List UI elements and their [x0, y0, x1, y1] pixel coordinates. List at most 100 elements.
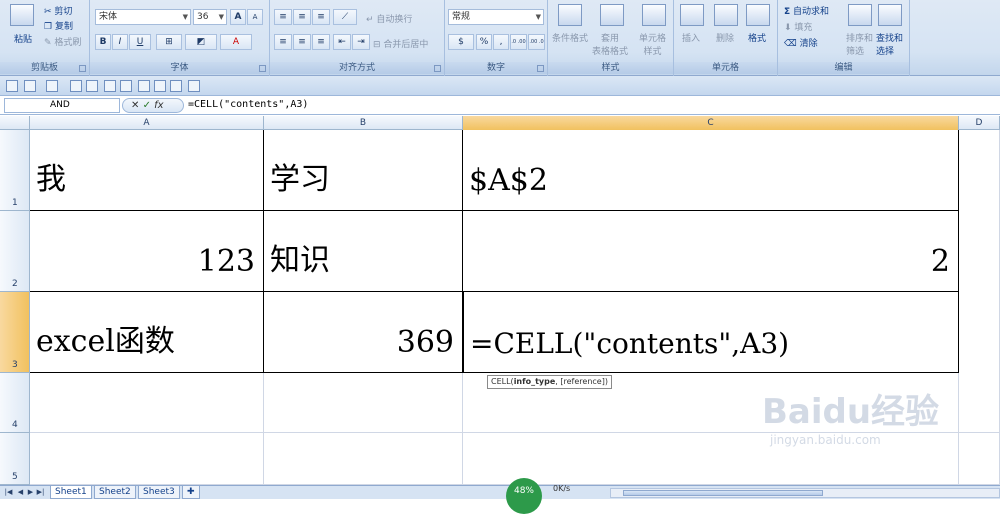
- undo-icon[interactable]: [24, 80, 36, 92]
- font-name-select[interactable]: 宋体 ▼: [95, 9, 191, 25]
- copy-button[interactable]: ❐ 复制: [44, 19, 73, 33]
- cell-b1[interactable]: 学习: [264, 130, 463, 211]
- sort-desc-icon[interactable]: [120, 80, 132, 92]
- print-icon[interactable]: [86, 80, 98, 92]
- row-header-3[interactable]: 3: [0, 292, 30, 373]
- align-middle-icon[interactable]: ≡: [293, 9, 311, 25]
- enter-icon[interactable]: ✓: [143, 100, 151, 111]
- insert-function-button[interactable]: fx: [154, 100, 163, 111]
- cell-a1[interactable]: 我: [30, 130, 264, 211]
- currency-icon[interactable]: $: [448, 34, 474, 50]
- layout-icon[interactable]: [154, 80, 166, 92]
- merge-center-button[interactable]: ⊟ 合并后居中: [373, 37, 428, 51]
- column-header-c[interactable]: C: [463, 116, 959, 130]
- select-all-corner[interactable]: [0, 116, 30, 130]
- prev-sheet-icon[interactable]: ◀: [16, 488, 25, 497]
- last-sheet-icon[interactable]: ▶|: [36, 488, 45, 497]
- cell-c1[interactable]: $A$2: [463, 130, 959, 211]
- cell-d-col[interactable]: [959, 130, 1000, 433]
- binoculars-icon[interactable]: [878, 4, 902, 26]
- print-preview-icon[interactable]: [70, 80, 82, 92]
- cell-b2[interactable]: 知识: [264, 211, 463, 292]
- cut-button[interactable]: ✂ 剪切: [44, 4, 72, 18]
- cell-b4[interactable]: [264, 373, 463, 433]
- tooltip-arg-info-type[interactable]: info_type: [514, 377, 556, 386]
- number-format-select[interactable]: 常规 ▼: [448, 9, 544, 25]
- format-painter-button[interactable]: ✎ 格式刷: [44, 35, 81, 49]
- paste-button[interactable]: 粘贴: [14, 32, 32, 45]
- font-size-select[interactable]: 36 ▼: [193, 9, 227, 25]
- decrease-indent-icon[interactable]: ⇤: [333, 34, 351, 50]
- row-header-2[interactable]: 2: [0, 211, 30, 292]
- delete-button[interactable]: 删除: [716, 31, 734, 44]
- paste-icon[interactable]: [10, 4, 34, 26]
- break-icon[interactable]: [170, 80, 182, 92]
- sort-asc-icon[interactable]: [104, 80, 116, 92]
- insert-sheet-icon[interactable]: ✚: [182, 486, 200, 499]
- horizontal-scrollbar[interactable]: [610, 488, 1000, 498]
- dialog-launcher-icon[interactable]: [537, 65, 544, 72]
- dialog-launcher-icon[interactable]: [79, 65, 86, 72]
- increase-decimal-button[interactable]: .0 .00: [510, 34, 527, 50]
- decrease-decimal-button[interactable]: .00 .0: [528, 34, 545, 50]
- underline-button[interactable]: U: [129, 34, 151, 50]
- name-box[interactable]: AND: [4, 98, 120, 113]
- align-right-icon[interactable]: ≡: [312, 34, 330, 50]
- align-center-icon[interactable]: ≡: [293, 34, 311, 50]
- cell-a4[interactable]: [30, 373, 264, 433]
- font-color-icon[interactable]: A: [220, 34, 252, 50]
- dialog-launcher-icon[interactable]: [434, 65, 441, 72]
- format-button[interactable]: 格式: [748, 31, 766, 44]
- chart-icon[interactable]: [188, 80, 200, 92]
- first-sheet-icon[interactable]: |◀: [4, 488, 13, 497]
- cell-b3[interactable]: 369: [264, 292, 463, 373]
- find-select-button[interactable]: 查找和 选择: [876, 31, 903, 57]
- comma-button[interactable]: ,: [493, 34, 509, 50]
- view-icon[interactable]: [138, 80, 150, 92]
- clear-button[interactable]: ⌫ 清除: [784, 36, 818, 50]
- italic-button[interactable]: I: [112, 34, 128, 50]
- orientation-icon[interactable]: ⟋: [333, 9, 357, 25]
- sheet-tab-1[interactable]: Sheet1: [50, 486, 92, 499]
- sort-filter-icon[interactable]: [848, 4, 872, 26]
- scroll-thumb[interactable]: [623, 490, 823, 496]
- delete-icon[interactable]: [714, 4, 738, 26]
- insert-button[interactable]: 插入: [682, 31, 700, 44]
- fill-color-icon[interactable]: ◩: [185, 34, 217, 50]
- cell-styles-button[interactable]: 单元格 样式: [639, 31, 666, 57]
- column-header-b[interactable]: B: [264, 116, 463, 130]
- table-format-icon[interactable]: [600, 4, 624, 26]
- wrap-text-button[interactable]: ↵ 自动换行: [366, 12, 412, 26]
- row-header-5[interactable]: 5: [0, 433, 30, 485]
- align-left-icon[interactable]: ≡: [274, 34, 292, 50]
- cell-d5[interactable]: [959, 433, 1000, 485]
- cancel-icon[interactable]: ✕: [131, 100, 139, 111]
- align-bottom-icon[interactable]: ≡: [312, 9, 330, 25]
- next-sheet-icon[interactable]: ▶: [26, 488, 35, 497]
- customize-icon[interactable]: [206, 80, 218, 92]
- grow-font-button[interactable]: A: [230, 9, 246, 25]
- row-header-1[interactable]: 1: [0, 130, 30, 211]
- conditional-format-icon[interactable]: [558, 4, 582, 26]
- autosum-button[interactable]: Σ 自动求和: [784, 4, 829, 18]
- column-header-d[interactable]: D: [959, 116, 1000, 130]
- fill-button[interactable]: ⬇ 填充: [784, 20, 812, 34]
- cell-a5[interactable]: [30, 433, 264, 485]
- align-top-icon[interactable]: ≡: [274, 9, 292, 25]
- sheet-tab-2[interactable]: Sheet2: [94, 486, 136, 499]
- increase-indent-icon[interactable]: ⇥: [352, 34, 370, 50]
- column-header-a[interactable]: A: [30, 116, 264, 130]
- cell-c3-active[interactable]: =CELL("contents",A3): [463, 292, 959, 373]
- shrink-font-button[interactable]: A: [247, 9, 263, 25]
- row-header-4[interactable]: 4: [0, 373, 30, 433]
- format-icon[interactable]: [746, 4, 770, 26]
- sort-filter-button[interactable]: 排序和 筛选: [846, 31, 873, 57]
- dialog-launcher-icon[interactable]: [259, 65, 266, 72]
- bold-button[interactable]: B: [95, 34, 111, 50]
- cell-c2[interactable]: 2: [463, 211, 959, 292]
- insert-icon[interactable]: [680, 4, 704, 26]
- sheet-tab-3[interactable]: Sheet3: [138, 486, 180, 499]
- save-icon[interactable]: [6, 80, 18, 92]
- percent-button[interactable]: %: [476, 34, 492, 50]
- formula-input[interactable]: =CELL("contents",A3): [188, 99, 308, 110]
